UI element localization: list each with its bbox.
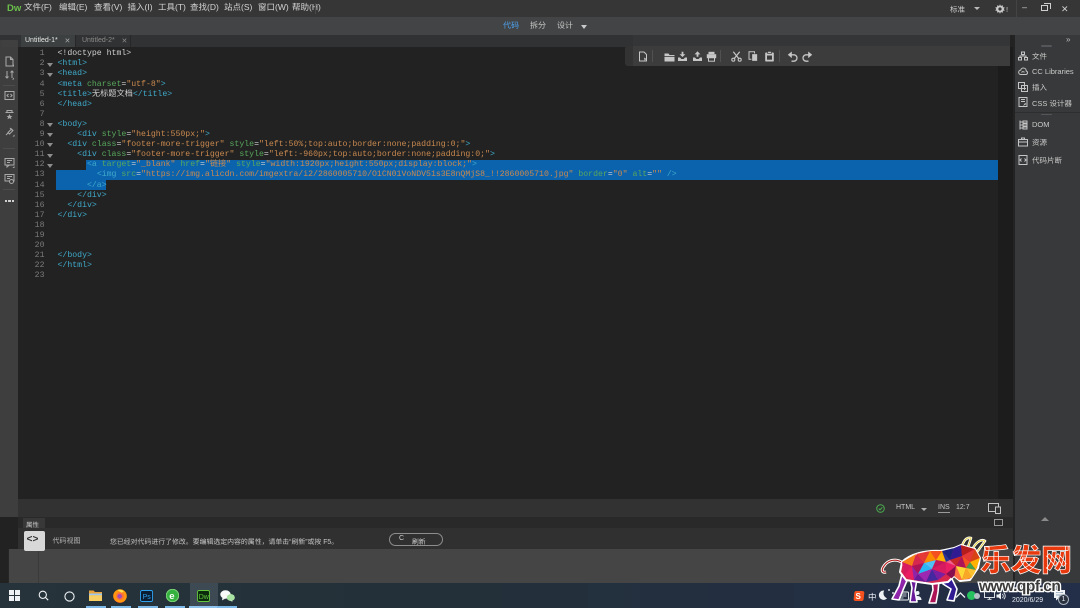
svg-text:Dw: Dw — [199, 593, 210, 600]
svg-text:Ps: Ps — [143, 593, 152, 600]
svg-text:www.qpf.cn: www.qpf.cn — [978, 578, 1060, 595]
svg-text:e: e — [169, 591, 174, 602]
